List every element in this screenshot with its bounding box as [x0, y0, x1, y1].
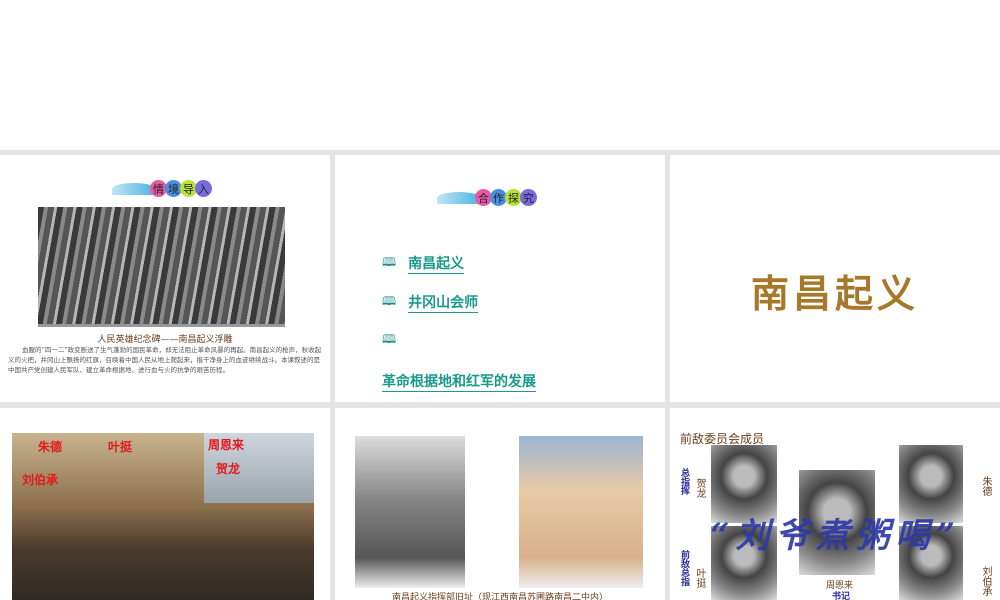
slide-thumbnail-5[interactable]: 南昌起义指挥部旧址（现江西南昌苏圃路南昌二中内） — [335, 408, 665, 600]
slide-thumbnail-6[interactable]: 前敌委员会成员 贺龙 叶挺 周恩来 朱德 刘伯承 总指挥 前敌总指 书记 “刘爷… — [670, 408, 1000, 600]
uprising-painting — [12, 433, 314, 600]
menu-item-nanchang[interactable]: 🕮 南昌起义 — [382, 253, 465, 274]
painting-label: 叶挺 — [108, 440, 133, 454]
role-label: 书记 — [832, 592, 851, 600]
name-label: 刘伯承 — [980, 566, 991, 596]
painting-label: 朱德 — [38, 440, 63, 454]
name-label: 朱德 — [980, 476, 991, 496]
painting-label: 刘伯承 — [22, 473, 59, 487]
name-label: 贺龙 — [694, 478, 705, 498]
menu-item-empty[interactable]: 🕮 — [382, 330, 408, 351]
slide-title: 南昌起义 — [750, 271, 919, 316]
menu-label: 革命根据地和红军的发展 — [382, 371, 536, 392]
badge-char: 入 — [195, 180, 212, 197]
book-icon: 🕮 — [382, 294, 397, 308]
section-badge: 合 作 探 究 — [437, 189, 537, 206]
blank-area — [0, 0, 1000, 150]
slide-thumbnail-3[interactable]: 南昌起义 — [670, 155, 1000, 402]
painting-label: 贺龙 — [216, 462, 241, 476]
menu-item-bases[interactable]: 革命根据地和红军的发展 — [382, 371, 536, 392]
building-photo-color — [519, 436, 643, 588]
image-caption: 南昌起义指挥部旧址（现江西南昌苏圃路南昌二中内） — [391, 593, 608, 600]
section-badge: 情 境 导 入 — [112, 180, 212, 197]
painting-label: 周恩来 — [208, 438, 245, 452]
slide-thumbnail-2[interactable]: 合 作 探 究 🕮 南昌起义 🕮 井冈山会师 🕮 革命根据地和红军的发展 — [335, 155, 665, 402]
menu-label: 南昌起义 — [408, 253, 465, 274]
intro-paragraph: 血腥的“四一二”政变断送了生气蓬勃的国民革命，却无法阻止革命风暴的再起。南昌起义… — [8, 346, 322, 374]
building-photo-bw — [355, 436, 465, 588]
menu-item-jinggangshan[interactable]: 🕮 井冈山会师 — [382, 292, 479, 313]
badge-char: 究 — [520, 189, 537, 206]
slide-thumbnail-4[interactable]: 朱德 叶挺 周恩来 刘伯承 贺龙 — [0, 408, 330, 600]
slide-thumbnail-1[interactable]: 情 境 导 入 人民英雄纪念碑——南昌起义浮雕 血腥的“四一二”政变断送了生气蓬… — [0, 155, 330, 402]
book-icon: 🕮 — [382, 332, 397, 346]
mnemonic-slogan: “刘爷煮粥喝” — [710, 516, 962, 556]
book-icon: 🕮 — [382, 255, 397, 269]
relief-image — [38, 207, 285, 327]
image-caption: 人民英雄纪念碑——南昌起义浮雕 — [97, 335, 233, 345]
menu-label: 井冈山会师 — [408, 292, 479, 313]
name-label: 叶挺 — [694, 568, 705, 588]
role-label: 总指挥 — [679, 468, 689, 495]
role-label: 前敌总指 — [679, 550, 689, 586]
